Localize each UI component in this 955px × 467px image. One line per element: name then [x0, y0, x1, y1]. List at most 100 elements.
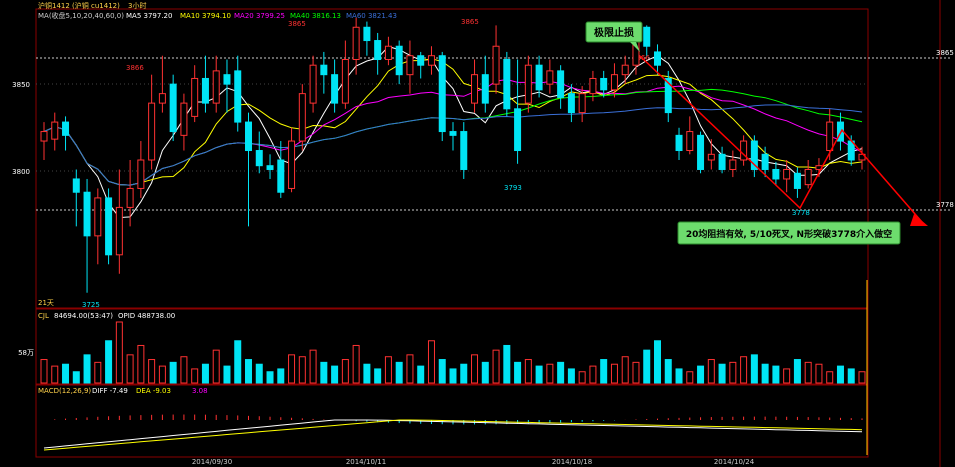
volume-bar: [589, 365, 597, 384]
candle-up: [524, 64, 532, 104]
candle-up: [707, 153, 715, 161]
candle-down: [654, 51, 661, 66]
candle-up: [471, 74, 479, 104]
macd-value: 3.08: [192, 387, 208, 395]
candle-up: [94, 197, 102, 237]
volume-bar: [793, 359, 801, 384]
candle-up: [610, 74, 618, 91]
volume-bar: [40, 359, 48, 384]
macd-label: MACD(12,26,9): [38, 387, 91, 395]
volume-bar: [406, 354, 414, 384]
candle-down: [438, 55, 446, 133]
candle-label-low-3: 3778: [792, 209, 810, 217]
candle-down: [363, 26, 371, 42]
macd-diff: DIFF -7.49: [92, 387, 128, 395]
candle-up: [384, 45, 392, 61]
volume-bar: [697, 365, 705, 384]
candle-down: [567, 93, 575, 114]
period-label: 21天: [38, 299, 54, 307]
volume-bar: [105, 340, 113, 384]
volume-bar: [535, 365, 543, 384]
candle-down: [503, 59, 511, 110]
volume-bar: [126, 354, 134, 384]
annotation-short-entry: 20均阻挡有效, 5/10死叉, N形突破3778介入做空: [677, 221, 901, 245]
candle-up: [298, 93, 306, 142]
volume-bar: [395, 361, 403, 384]
candle-down: [718, 153, 726, 170]
candle-down: [201, 77, 209, 104]
header-period: 3小时: [128, 1, 146, 10]
volume-bar: [675, 368, 683, 384]
candle-down: [374, 40, 382, 61]
volume-bar: [417, 365, 425, 384]
volume-bar: [643, 349, 651, 384]
volume-bar: [740, 356, 748, 384]
volume-bar: [524, 359, 532, 384]
volume-bar: [298, 356, 306, 384]
volume-bar: [212, 349, 220, 384]
x-date-2: 2014/10/11: [346, 458, 386, 466]
candle-label-high-3: 3865: [461, 18, 479, 26]
candle-up: [406, 55, 414, 76]
candle-up: [126, 187, 134, 208]
candle-down: [481, 74, 489, 104]
volume-bar: [750, 354, 758, 384]
volume-bar: [137, 344, 145, 384]
volume-bar: [707, 359, 715, 384]
ma10-line: [43, 58, 863, 186]
ma40-label: MA40 3816.13: [290, 12, 341, 20]
volume-bar: [191, 368, 199, 384]
volume-bar: [320, 361, 328, 384]
candle-down: [793, 172, 801, 189]
candle-down: [105, 197, 113, 256]
volume-bar: [761, 363, 769, 384]
candle-up: [115, 206, 123, 256]
candle-up: [427, 55, 435, 66]
candle-down: [72, 178, 80, 193]
volume-bar: [826, 371, 834, 384]
volume-bar: [492, 349, 500, 384]
volume-bar: [148, 359, 156, 384]
candle-up: [686, 131, 694, 152]
ma10-label: MA10 3794.10: [180, 12, 231, 20]
candle-up: [309, 64, 317, 104]
candle-up: [783, 168, 791, 180]
candle-up: [288, 140, 296, 189]
candle-up: [180, 102, 188, 136]
volume-bar: [815, 363, 823, 384]
volume-bar: [654, 340, 661, 384]
candle-up: [137, 159, 145, 189]
candle-down: [600, 77, 608, 91]
ma5-label: MA5 3797.20: [126, 12, 172, 20]
volume-bar: [557, 361, 565, 384]
volume-bar: [804, 361, 812, 384]
volume-bar: [180, 356, 188, 384]
macd-dea: DEA -9.03: [136, 387, 171, 395]
volume-bar: [83, 354, 91, 384]
volume-bar: [341, 359, 349, 384]
volume-bar: [610, 363, 618, 384]
candle-up: [729, 159, 737, 170]
candle-down: [535, 64, 543, 91]
volume-bar: [363, 363, 371, 384]
candlestick-chart: 沪铜1412 (沪铜 cu1412) 3小时 MA(收盘5,10,20,40,6…: [12, 0, 954, 467]
volume-bar: [201, 363, 209, 384]
volume-bar: [94, 361, 102, 384]
opid-value: OPID 488738.00: [118, 312, 175, 320]
volume-bar: [632, 361, 640, 384]
candle-label-high-1: 3866: [126, 64, 144, 72]
cjl-value: 84694.00(53:47): [54, 312, 113, 320]
volume-bar: [115, 321, 123, 384]
volume-bar: [449, 368, 457, 384]
annotation-short-entry-text: 20均阻挡有效, 5/10死叉, N形突破3778介入做空: [686, 228, 892, 240]
volume-bar: [158, 365, 166, 384]
volume-bar: [847, 368, 855, 384]
price-tick-3800: 3800: [12, 168, 30, 176]
candle-down: [245, 121, 252, 152]
ma20-label: MA20 3799.25: [234, 12, 285, 20]
trend-arrow-head: [910, 214, 928, 226]
candle-label-low-1: 3793: [504, 184, 522, 192]
volume-bar: [352, 344, 360, 384]
volume-bar: [686, 371, 694, 384]
x-date-4: 2014/10/24: [714, 458, 755, 466]
